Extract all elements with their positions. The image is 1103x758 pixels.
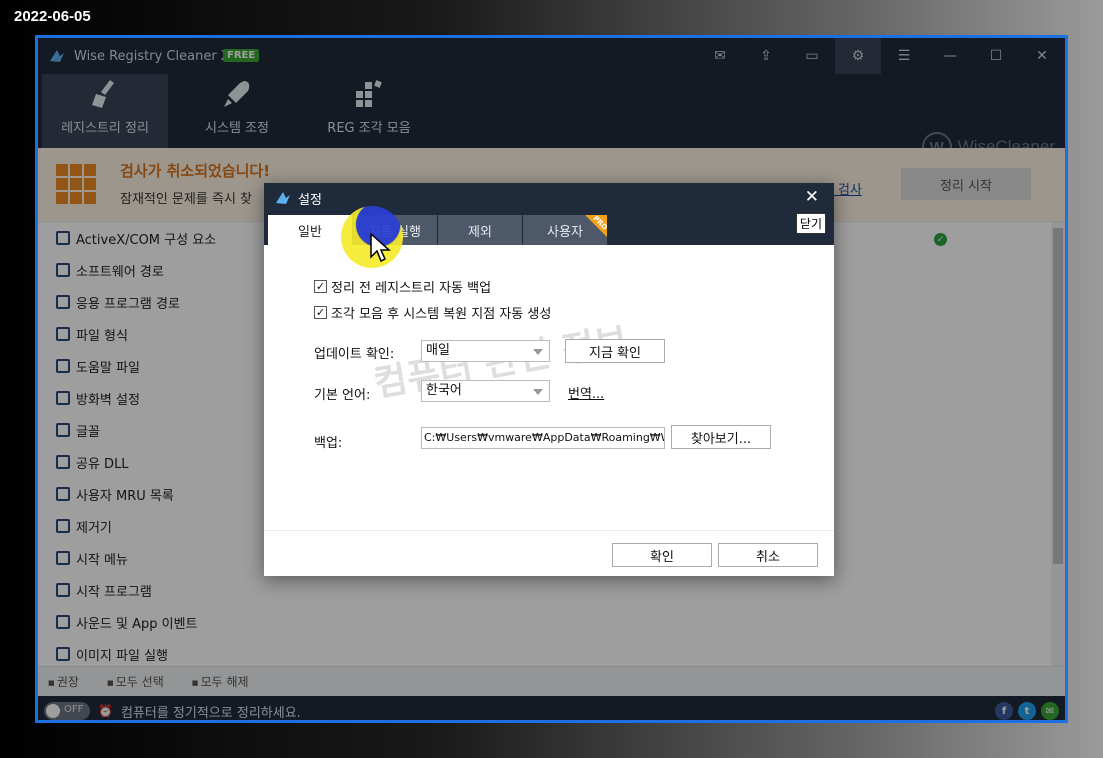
tab-label: 사용자 [547, 224, 583, 240]
auto-backup-label: 정리 전 레지스트리 자동 백업 [331, 281, 492, 296]
date-stamp: 2022-06-05 [14, 8, 91, 25]
pro-badge: PRO [585, 215, 607, 237]
translate-link[interactable]: 번역... [568, 383, 604, 402]
cancel-button[interactable]: 취소 [718, 543, 818, 567]
settings-dialog: 설정 ✕ 닫기 일반 자동 실행 제외 사용자 PRO 컴퓨터 관련 정보 ✓ … [264, 183, 834, 576]
dialog-title: 설정 [298, 193, 322, 208]
mouse-cursor-icon [370, 233, 391, 263]
check-now-button[interactable]: 지금 확인 [565, 339, 665, 363]
auto-backup-option[interactable]: ✓ 정리 전 레지스트리 자동 백업 [314, 277, 491, 296]
restore-point-checkbox[interactable]: ✓ [314, 306, 327, 319]
tab-exclusions[interactable]: 제외 [438, 215, 522, 245]
dialog-footer: 확인 취소 [264, 530, 834, 576]
app-logo-icon [276, 192, 290, 204]
restore-point-option[interactable]: ✓ 조각 모음 후 시스템 복원 지점 자동 생성 [314, 303, 551, 322]
auto-backup-checkbox[interactable]: ✓ [314, 280, 327, 293]
browse-button[interactable]: 찾아보기... [671, 425, 771, 449]
settings-tabs: 일반 자동 실행 제외 사용자 PRO [268, 215, 608, 245]
language-label: 기본 언어: [314, 388, 371, 403]
language-select[interactable]: 한국어 [421, 380, 550, 402]
ok-button[interactable]: 확인 [612, 543, 712, 567]
close-tooltip: 닫기 [795, 213, 826, 234]
tab-custom[interactable]: 사용자 PRO [523, 215, 607, 245]
update-check-label: 업데이트 확인: [314, 347, 395, 362]
backup-path-input[interactable]: C:₩Users₩vmware₩AppData₩Roaming₩Wise [421, 427, 665, 449]
update-frequency-select[interactable]: 매일 [421, 340, 550, 362]
backup-label: 백업: [314, 436, 343, 451]
restore-point-label: 조각 모음 후 시스템 복원 지점 자동 생성 [331, 307, 552, 322]
dialog-close-icon[interactable]: ✕ [805, 187, 819, 207]
tab-general[interactable]: 일반 [268, 215, 352, 245]
